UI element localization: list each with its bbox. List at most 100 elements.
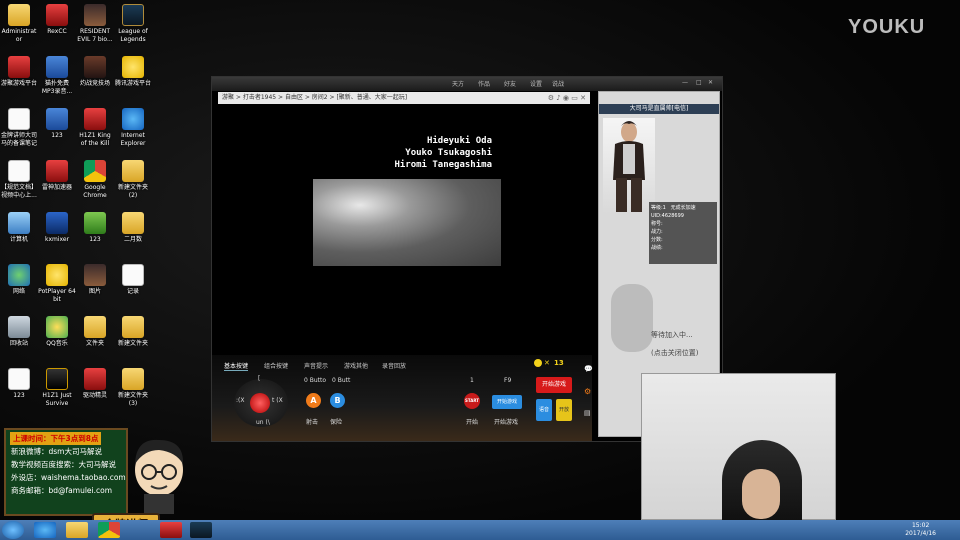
driver-icon [84, 368, 106, 390]
eye-icon[interactable]: ◉ [563, 94, 569, 102]
start-game-button[interactable]: 开始游戏 [536, 377, 572, 393]
youju-icon [8, 56, 30, 78]
system-clock[interactable]: 15:02 2017/4/16 [905, 522, 936, 538]
desktop-icon[interactable]: 记录 [108, 264, 158, 296]
folder-icon [122, 160, 144, 182]
board-line: 新浪微博：dsm大司马解说 [11, 447, 102, 456]
taskbar-explorer-icon[interactable] [66, 522, 88, 538]
player-name-header: 大司马是直属帅[电信] [599, 104, 719, 114]
breadcrumb[interactable]: 游聚 > 打击者1945 > 自由区 > 房间2 > [聚新、普通、大家一起玩] [218, 94, 407, 101]
close-icon[interactable]: ✕ [708, 79, 713, 86]
start-game-caption: 开始游戏 [494, 419, 519, 426]
game-cloud-screen[interactable] [313, 179, 501, 266]
settings-icon[interactable]: ⚙ [548, 94, 554, 102]
network-icon [8, 264, 30, 286]
desktop-icon[interactable]: 新建文件夹 (2) [108, 160, 158, 200]
wait-status: 等待加入中... (点击关闭位置) [651, 326, 698, 362]
desktop-icon[interactable]: League of Legends [108, 4, 158, 44]
bomb-label: 保险 [330, 419, 343, 426]
arena-icon [84, 56, 106, 78]
titlebar-menu-1[interactable]: 天方 [452, 79, 464, 88]
taskbar-youju-icon[interactable] [160, 522, 182, 538]
windows-taskbar: 15:02 2017/4/16 [0, 520, 960, 540]
desktop-icon[interactable]: 新建文件夹 (3) [108, 368, 158, 408]
navbar-icons: ⚙ ♪ ◉ ▭ ✕ [548, 92, 586, 104]
notes-icon [8, 108, 30, 130]
chat-icon[interactable]: 💬 [584, 365, 593, 373]
start-key: 1 [470, 377, 474, 384]
titlebar-menu-2[interactable]: 作品 [478, 79, 490, 88]
folder-icon [84, 316, 106, 338]
record-stat: 战绩: [651, 245, 663, 251]
tab-basic-keys[interactable]: 基本按键 [224, 361, 249, 371]
desktop-icon[interactable]: Internet Explorer [108, 108, 158, 148]
button-a[interactable]: A [306, 393, 321, 408]
start-button[interactable] [2, 521, 24, 539]
joystick-ball-icon[interactable] [250, 393, 270, 413]
credit-line: Youko Tsukagoshi [405, 148, 492, 158]
uid-stat: UID:4628699 [651, 213, 684, 219]
h1z1-survive-icon [46, 368, 68, 390]
fire-label: 射击 [306, 419, 319, 426]
streamer-face [742, 469, 780, 519]
tab-game-other[interactable]: 游戏其他 [344, 361, 368, 370]
desktop-icon[interactable]: 二月数 [108, 212, 158, 244]
start-game-small-button[interactable]: 开始游戏 [492, 395, 522, 409]
taskbar-chrome-icon[interactable] [98, 522, 120, 538]
dpad-left-key: :(X [236, 397, 245, 404]
credit-line: Hideyuki Oda [426, 136, 492, 146]
desktop-icon-label: 新建文件夹 [117, 340, 148, 347]
clock-time: 15:02 [911, 522, 930, 529]
maximize-icon[interactable]: □ [696, 79, 702, 86]
tab-replay[interactable]: 录音回放 [382, 361, 406, 370]
coin-icon [534, 359, 542, 367]
titlebar-menu-4[interactable]: 设置 [530, 79, 542, 88]
taskbar-ie-icon[interactable] [34, 522, 56, 538]
kxmixer-icon [46, 212, 68, 234]
doc-icon[interactable]: ▤ [584, 409, 591, 417]
fullscreen-icon[interactable]: ▭ [571, 94, 578, 102]
power-stat: 战力: [651, 229, 663, 235]
tencent-game-icon [122, 56, 144, 78]
board-line: 教学视频百度搜索：大司马解说 [11, 460, 116, 469]
tab-combo-keys[interactable]: 组合按键 [264, 361, 288, 370]
board-line: 商务邮箱：bd@famulei.com [11, 486, 113, 495]
folder-icon [122, 212, 144, 234]
desktop-icon[interactable]: 腾讯游戏平台 [108, 56, 158, 88]
doc-icon [122, 264, 144, 286]
rexcc-icon [46, 4, 68, 26]
score-stat: 分数: [651, 237, 663, 243]
start-button[interactable]: START [464, 393, 480, 409]
doc-icon [8, 160, 30, 182]
pictures-icon [84, 264, 106, 286]
gear-icon[interactable]: ⚙ [584, 387, 591, 396]
placeholder-avatar-icon [611, 284, 653, 352]
class-time: 上课时间：下午3点到8点 [10, 432, 102, 445]
minimize-icon[interactable]: — [682, 79, 688, 86]
tab-sound-hints[interactable]: 声音提示 [304, 361, 328, 370]
player-stats: 等级:1 无成长加速 UID:4628699 称号: 战力: 分数: 战绩: [649, 202, 717, 264]
voice-button[interactable]: 语音 [536, 399, 552, 421]
desktop-icon[interactable]: 新建文件夹 [108, 316, 158, 348]
nav-close-icon[interactable]: ✕ [580, 94, 586, 102]
folder-icon [122, 316, 144, 338]
titlebar-menu-3[interactable]: 好友 [504, 79, 516, 88]
close-slot-label[interactable]: (点击关闭位置) [651, 344, 698, 362]
coin-count: 13 [554, 359, 564, 367]
button-b[interactable]: B [330, 393, 345, 408]
doc-icon [8, 368, 30, 390]
button-a-key: 0 Butto [304, 377, 327, 384]
titlebar-menu-5[interactable]: 说战 [552, 79, 564, 88]
player-avatar[interactable] [603, 118, 655, 214]
streamer-webcam [641, 373, 836, 520]
game-credits: Hideyuki Oda Youko Tsukagoshi Hiromi Tan… [312, 135, 492, 171]
dpad-up-key: [ [258, 375, 261, 382]
folder-icon [8, 4, 30, 26]
taskbar-league-icon[interactable] [190, 522, 212, 538]
desktop-icon-label: Internet Explorer [120, 132, 146, 147]
volume-icon[interactable]: ♪ [556, 94, 560, 102]
potplayer-icon [46, 264, 68, 286]
controller-panel: 基本按键 组合按键 声音提示 游戏其他 录音回放 [ :(X t (X un (… [212, 355, 593, 441]
open-button[interactable]: 开放 [556, 399, 572, 421]
level-stat: 等级:1 无成长加速 [651, 205, 696, 211]
